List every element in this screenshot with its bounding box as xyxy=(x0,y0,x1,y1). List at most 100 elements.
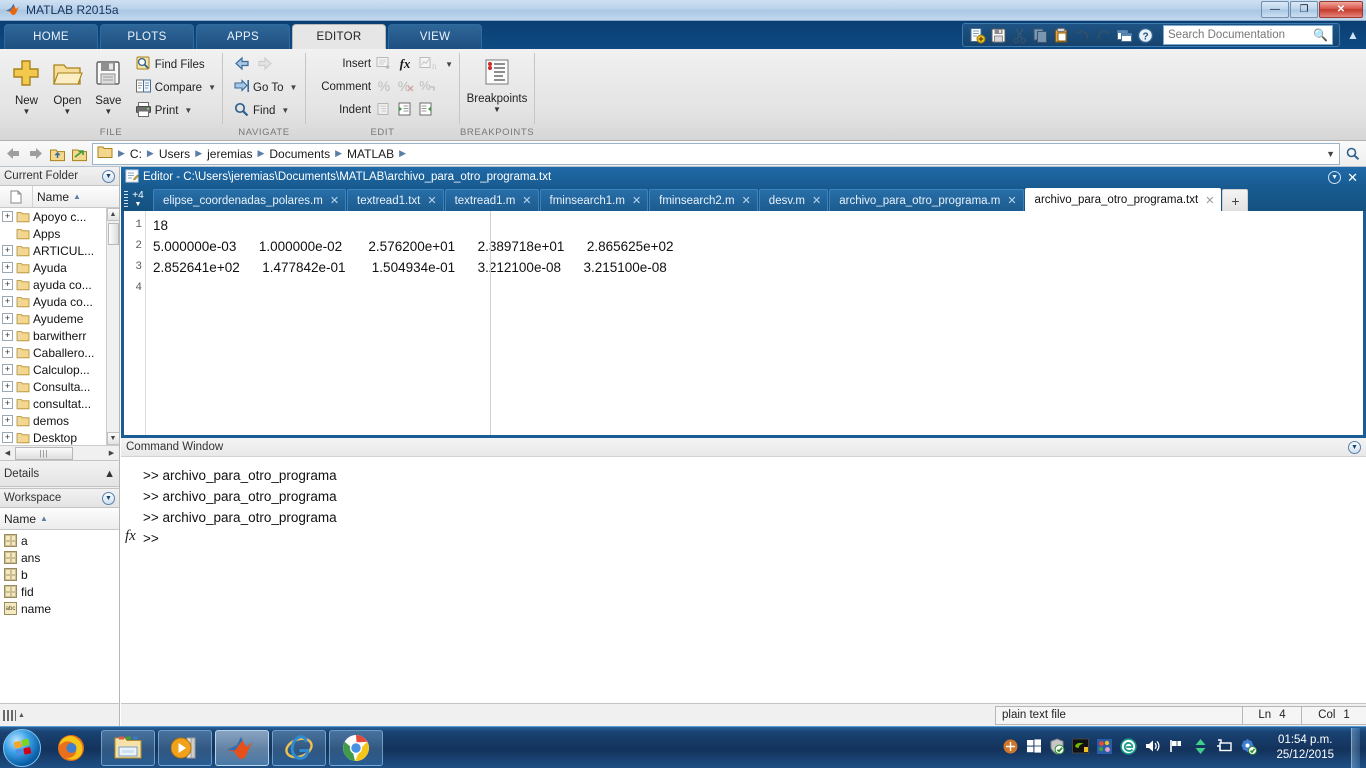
updates-icon[interactable] xyxy=(1192,738,1209,758)
editor-close-button[interactable]: ✕ xyxy=(1347,171,1358,184)
scroll-down-arrow-icon[interactable]: ▼ xyxy=(106,432,119,445)
minimize-button[interactable]: — xyxy=(1261,1,1289,18)
antivirus-icon[interactable] xyxy=(1240,738,1258,758)
chevron-down-icon[interactable]: ▼ xyxy=(1326,149,1335,159)
folder-list-item[interactable]: + ARTICUL... xyxy=(0,242,119,259)
editor-tab[interactable]: archivo_para_otro_programa.txt ✕ xyxy=(1024,188,1222,211)
scroll-right-arrow-icon[interactable]: ▶ xyxy=(104,446,119,460)
open-button[interactable]: Open ▼ xyxy=(47,53,88,116)
editor-tab[interactable]: fminsearch2.m ✕ xyxy=(649,189,758,211)
insert-function-icon[interactable]: fx xyxy=(396,55,415,75)
editor-tab-close-icon[interactable]: ✕ xyxy=(1205,194,1214,207)
internet-explorer-icon[interactable] xyxy=(272,729,326,766)
tab-editor[interactable]: EDITOR xyxy=(292,24,386,49)
tab-view[interactable]: VIEW xyxy=(388,24,482,49)
expand-icon[interactable]: + xyxy=(2,211,13,222)
flag-icon[interactable] xyxy=(1168,738,1185,757)
breadcrumb-jeremias[interactable]: jeremias xyxy=(205,147,254,161)
chevron-up-icon[interactable]: ▲ xyxy=(18,712,25,719)
search-documentation-input[interactable]: Search Documentation 🔍 xyxy=(1163,25,1333,45)
volume-icon[interactable] xyxy=(1144,738,1161,757)
forward-arrow-icon[interactable] xyxy=(24,143,46,165)
folder-list-item[interactable]: + demos xyxy=(0,412,119,429)
editor-tab[interactable]: textread1.txt ✕ xyxy=(347,189,444,211)
workspace-variable-row[interactable]: ans xyxy=(0,549,119,566)
chevron-down-icon[interactable]: ▼ xyxy=(493,106,501,114)
folder-list-item[interactable]: + consultat... xyxy=(0,395,119,412)
name-column-header[interactable]: Name ▲ xyxy=(32,186,119,207)
workspace-variable-list[interactable]: a ans b fid abc name xyxy=(0,530,119,703)
chevron-down-icon[interactable]: ▼ xyxy=(104,108,112,116)
editor-tab-close-icon[interactable]: ✕ xyxy=(812,194,821,207)
chrome-icon[interactable] xyxy=(329,729,383,766)
help-icon[interactable]: ? xyxy=(1137,27,1154,44)
workspace-name-column-header[interactable]: Name ▲ xyxy=(0,508,119,529)
panel-menu-icon[interactable]: ▼ xyxy=(102,491,115,505)
file-explorer-icon[interactable] xyxy=(101,729,155,766)
current-folder-hscrollbar[interactable]: ◀ ||| ▶ xyxy=(0,445,119,460)
folder-list-item[interactable]: + ayuda co... xyxy=(0,276,119,293)
tab-plots[interactable]: PLOTS xyxy=(100,24,194,49)
paint-icon[interactable] xyxy=(1096,738,1113,758)
workspace-variable-row[interactable]: abc name xyxy=(0,600,119,617)
scrollbar-thumb[interactable] xyxy=(107,223,119,245)
folder-list-item[interactable]: + Caballero... xyxy=(0,344,119,361)
expand-icon[interactable]: + xyxy=(2,347,13,358)
tab-apps[interactable]: APPS xyxy=(196,24,290,49)
editor-tab[interactable]: desv.m ✕ xyxy=(758,189,829,211)
browse-folder-icon[interactable] xyxy=(68,143,90,165)
switch-windows-icon[interactable] xyxy=(1116,27,1133,44)
chevron-down-icon[interactable]: ▼ xyxy=(23,108,31,116)
indent-right-icon[interactable] xyxy=(396,101,414,121)
editor-tab[interactable]: fminsearch1.m ✕ xyxy=(539,189,649,211)
chevron-down-icon[interactable]: ▼ xyxy=(63,108,71,116)
editor-tab-overflow-button[interactable]: +4 ▼ xyxy=(123,187,153,211)
expand-icon[interactable]: + xyxy=(2,398,13,409)
close-button[interactable]: ✕ xyxy=(1319,1,1363,18)
editor-tab-close-icon[interactable]: ✕ xyxy=(742,194,751,207)
find-button[interactable]: Find ▼ xyxy=(233,99,297,122)
media-player-icon[interactable] xyxy=(158,729,212,766)
command-window-body[interactable]: fx >> archivo_para_otro_programa >> archi… xyxy=(121,457,1366,703)
up-folder-icon[interactable] xyxy=(46,143,68,165)
folder-list-item[interactable]: + Ayuda xyxy=(0,259,119,276)
workspace-variable-row[interactable]: a xyxy=(0,532,119,549)
folder-list-item[interactable]: Apps xyxy=(0,225,119,242)
hscrollbar-thumb[interactable]: ||| xyxy=(15,446,73,460)
details-header[interactable]: Details ▲ xyxy=(0,461,119,487)
breadcrumb-matlab[interactable]: MATLAB xyxy=(345,147,396,161)
editor-tab[interactable]: elipse_coordenadas_polares.m ✕ xyxy=(153,189,347,211)
folder-list-item[interactable]: + Calculop... xyxy=(0,361,119,378)
panel-menu-icon[interactable]: ▼ xyxy=(1348,440,1361,454)
expand-icon[interactable]: + xyxy=(2,364,13,375)
save-icon[interactable] xyxy=(990,27,1007,44)
tab-home[interactable]: HOME xyxy=(4,24,98,49)
expand-icon[interactable]: + xyxy=(2,262,13,273)
new-button[interactable]: New ▼ xyxy=(6,53,47,116)
editor-tab-close-icon[interactable]: ✕ xyxy=(632,194,641,207)
breadcrumb-c[interactable]: C: xyxy=(128,147,144,161)
security-shield-icon[interactable] xyxy=(1049,737,1065,758)
breadcrumb-users[interactable]: Users xyxy=(157,147,192,161)
expand-icon[interactable]: + xyxy=(2,296,13,307)
expand-icon[interactable]: + xyxy=(2,381,13,392)
expand-icon[interactable]: + xyxy=(2,330,13,341)
new-tab-button[interactable]: + xyxy=(1222,189,1249,211)
address-search-icon[interactable] xyxy=(1342,143,1364,165)
panel-menu-icon[interactable]: ▼ xyxy=(102,169,115,183)
breakpoints-button[interactable]: Breakpoints ▼ xyxy=(466,53,528,114)
workspace-variable-row[interactable]: b xyxy=(0,566,119,583)
windows-icon[interactable] xyxy=(1026,738,1042,757)
compare-button[interactable]: Compare ▼ xyxy=(135,76,216,99)
scroll-left-arrow-icon[interactable]: ◀ xyxy=(0,446,15,460)
current-folder-scrollbar[interactable]: ▲ ▼ xyxy=(106,208,119,445)
windows-start-icon[interactable] xyxy=(3,728,41,767)
back-arrow-icon[interactable] xyxy=(2,143,24,165)
folder-list-item[interactable]: + Apoyo c... xyxy=(0,208,119,225)
firefox-icon[interactable] xyxy=(44,730,98,766)
editor-tab-close-icon[interactable]: ✕ xyxy=(1007,194,1016,207)
expand-icon[interactable]: + xyxy=(2,313,13,324)
chevron-down-icon[interactable]: ▼ xyxy=(208,83,216,92)
editor-code-content[interactable]: 18 5.000000e-03 1.000000e-02 2.576200e+01… xyxy=(146,211,1363,435)
taskbar-clock[interactable]: 01:54 p.m. 25/12/2015 xyxy=(1270,733,1340,763)
